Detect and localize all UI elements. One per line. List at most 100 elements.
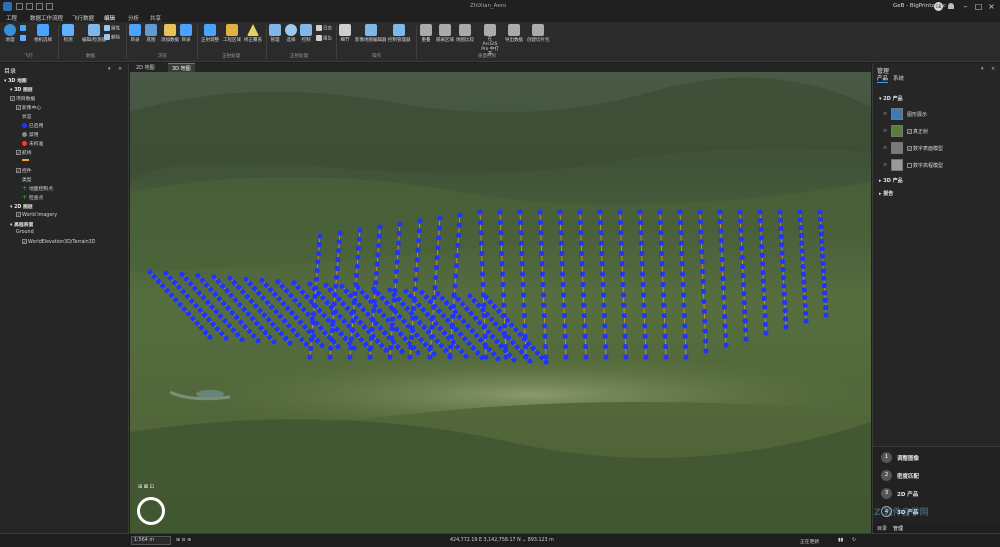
image-center-point[interactable] bbox=[783, 324, 789, 330]
image-center-point[interactable] bbox=[682, 344, 689, 350]
image-center-point[interactable] bbox=[328, 304, 335, 310]
image-center-point[interactable] bbox=[382, 330, 388, 336]
image-center-point[interactable] bbox=[505, 335, 512, 341]
image-center-point[interactable] bbox=[757, 218, 764, 224]
image-center-point[interactable] bbox=[372, 303, 378, 309]
image-center-point[interactable] bbox=[446, 335, 452, 341]
image-center-point[interactable] bbox=[443, 347, 449, 353]
image-center-point[interactable] bbox=[402, 336, 408, 342]
image-center-point[interactable] bbox=[471, 298, 477, 304]
image-center-point[interactable] bbox=[701, 298, 707, 304]
image-center-point[interactable] bbox=[403, 288, 409, 294]
image-center-point[interactable] bbox=[823, 312, 829, 318]
ribbon-button-add-data[interactable]: 添加数据 bbox=[161, 24, 179, 43]
tab-flight-data[interactable]: 飞行数据 bbox=[72, 14, 94, 22]
image-center-point[interactable] bbox=[375, 252, 381, 258]
ribbon-button-catalog-2[interactable]: 目录 bbox=[180, 24, 192, 43]
image-center-point[interactable] bbox=[478, 337, 484, 343]
image-center-point[interactable] bbox=[294, 332, 301, 338]
image-center-point[interactable] bbox=[315, 250, 322, 256]
step-2d-products[interactable]: 3 2D 产品 bbox=[881, 488, 993, 500]
image-center-point[interactable] bbox=[340, 301, 346, 307]
image-center-point[interactable] bbox=[310, 333, 317, 339]
image-center-point[interactable] bbox=[678, 230, 684, 236]
image-center-point[interactable] bbox=[228, 292, 234, 298]
tree-row[interactable]: ▾ 3D 图层 bbox=[10, 86, 33, 93]
image-center-point[interactable] bbox=[281, 318, 288, 324]
image-center-point[interactable] bbox=[737, 218, 744, 224]
image-center-point[interactable] bbox=[430, 333, 436, 340]
image-center-point[interactable] bbox=[331, 291, 338, 298]
image-center-point[interactable] bbox=[699, 268, 706, 275]
image-center-point[interactable] bbox=[374, 338, 381, 344]
image-center-point[interactable] bbox=[414, 332, 420, 338]
image-center-point[interactable] bbox=[617, 209, 623, 215]
image-center-point[interactable] bbox=[579, 271, 586, 277]
image-center-point[interactable] bbox=[798, 224, 804, 231]
image-center-point[interactable] bbox=[452, 309, 458, 315]
tab-workflow[interactable]: 数据工作流程 bbox=[30, 14, 63, 22]
image-center-point[interactable] bbox=[762, 321, 769, 327]
image-center-point[interactable] bbox=[347, 354, 353, 360]
image-center-point[interactable] bbox=[822, 297, 828, 303]
tree-row[interactable]: ✓ 航线 bbox=[16, 149, 32, 156]
ribbon-button-report[interactable]: 报告 bbox=[316, 35, 332, 42]
image-center-point[interactable] bbox=[307, 281, 313, 287]
image-center-point[interactable] bbox=[454, 344, 461, 350]
image-center-point[interactable] bbox=[763, 330, 769, 336]
image-center-point[interactable] bbox=[267, 334, 273, 340]
image-center-point[interactable] bbox=[205, 299, 211, 305]
image-center-point[interactable] bbox=[292, 297, 298, 303]
image-center-point[interactable] bbox=[721, 304, 727, 310]
tree-row[interactable]: ✓ World Imagery bbox=[16, 212, 57, 218]
image-center-point[interactable] bbox=[422, 341, 429, 348]
step-dense-matching[interactable]: 2 密度匹配 bbox=[881, 470, 993, 482]
image-center-point[interactable] bbox=[223, 335, 229, 341]
image-center-point[interactable] bbox=[371, 286, 377, 292]
image-center-point[interactable] bbox=[280, 301, 287, 307]
ribbon-button-ortho[interactable]: 正射调整 bbox=[201, 24, 219, 43]
ribbon-button-detect-large[interactable]: 检测 bbox=[62, 24, 74, 43]
image-center-point[interactable] bbox=[737, 209, 743, 215]
image-center-point[interactable] bbox=[539, 261, 545, 267]
image-center-point[interactable] bbox=[352, 297, 358, 303]
image-center-point[interactable] bbox=[478, 240, 484, 246]
image-center-point[interactable] bbox=[456, 222, 462, 228]
image-center-point[interactable] bbox=[439, 295, 445, 301]
image-center-point[interactable] bbox=[265, 317, 272, 323]
image-center-point[interactable] bbox=[489, 333, 496, 340]
image-center-point[interactable] bbox=[780, 266, 786, 273]
image-center-point[interactable] bbox=[238, 319, 244, 325]
tree-row[interactable]: ▾ 2D 图层 bbox=[10, 203, 33, 210]
tab-3d-map[interactable]: 3D 地图 bbox=[168, 63, 195, 72]
image-center-point[interactable] bbox=[181, 306, 187, 312]
image-center-point[interactable] bbox=[521, 336, 528, 342]
image-center-point[interactable] bbox=[264, 299, 271, 306]
image-center-point[interactable] bbox=[293, 314, 299, 321]
image-center-point[interactable] bbox=[778, 234, 784, 240]
image-center-point[interactable] bbox=[407, 354, 413, 360]
image-center-point[interactable] bbox=[413, 266, 420, 273]
image-center-point[interactable] bbox=[698, 239, 704, 245]
image-center-point[interactable] bbox=[435, 291, 441, 297]
image-center-point[interactable] bbox=[336, 296, 342, 302]
image-center-point[interactable] bbox=[400, 301, 406, 307]
image-center-point[interactable] bbox=[799, 240, 805, 246]
ribbon-button-log[interactable]: 日志 bbox=[316, 25, 332, 32]
image-center-point[interactable] bbox=[401, 318, 407, 324]
image-center-point[interactable] bbox=[638, 240, 644, 246]
image-center-point[interactable] bbox=[483, 294, 489, 300]
ribbon-button-edit-detector[interactable]: 编辑/检测器 bbox=[82, 24, 106, 43]
image-center-point[interactable] bbox=[762, 304, 768, 310]
image-center-point[interactable] bbox=[277, 313, 283, 319]
image-center-point[interactable] bbox=[802, 302, 808, 309]
image-center-point[interactable] bbox=[599, 250, 605, 257]
image-center-point[interactable] bbox=[207, 334, 213, 340]
image-center-point[interactable] bbox=[481, 302, 487, 308]
image-center-point[interactable] bbox=[559, 250, 565, 257]
image-center-point[interactable] bbox=[179, 271, 185, 277]
image-center-point[interactable] bbox=[464, 306, 470, 312]
image-center-point[interactable] bbox=[621, 302, 627, 308]
image-center-point[interactable] bbox=[227, 275, 233, 281]
image-center-point[interactable] bbox=[421, 324, 427, 330]
